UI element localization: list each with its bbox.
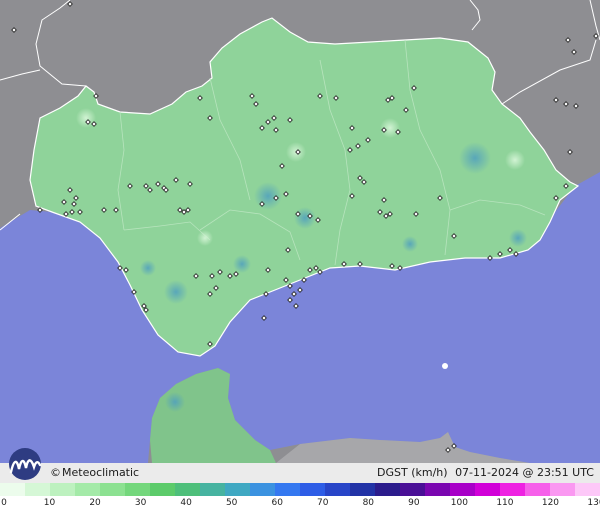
scale-label: 130: [587, 498, 600, 508]
wind-gust-map: [0, 0, 600, 483]
scale-label: 120: [541, 498, 560, 508]
scale-swatch: [25, 483, 50, 496]
scale-label: 80: [362, 498, 375, 508]
scale-swatch: [550, 483, 575, 496]
scale-label: 20: [89, 498, 101, 508]
scale-label: 70: [317, 498, 329, 508]
scale-label: 110: [496, 498, 514, 508]
scale-label: 60: [271, 498, 283, 508]
map-canvas: [0, 0, 600, 483]
scale-swatch: [250, 483, 275, 496]
variable-label: DGST (km/h): [377, 466, 448, 479]
scale-swatch: [200, 483, 225, 496]
scale-swatch: [275, 483, 300, 496]
scale-swatch: [75, 483, 100, 496]
color-scale-labels: 0 10 20 30 40 50 60 70 80 90 100 110 120 130: [0, 498, 600, 512]
scale-swatch: [575, 483, 600, 496]
meteoclimatic-logo-icon: [9, 448, 42, 480]
scale-swatch: [50, 483, 75, 496]
scale-swatch: [100, 483, 125, 496]
scale-label: 30: [134, 498, 147, 508]
alboran-island: [442, 363, 448, 369]
scale-label: 50: [225, 498, 238, 508]
scale-swatch: [525, 483, 550, 496]
scale-swatch: [475, 483, 500, 496]
scale-label: 100: [450, 498, 468, 508]
scale-swatch: [350, 483, 375, 496]
scale-label: 40: [180, 498, 192, 508]
scale-swatch: [375, 483, 400, 496]
scale-swatch: [225, 483, 250, 496]
scale-label: 0: [1, 498, 7, 508]
scale-swatch: [0, 483, 25, 496]
scale-swatch: [400, 483, 425, 496]
scale-swatch: [150, 483, 175, 496]
copyright-symbol: ©: [50, 466, 61, 479]
scale-swatch: [450, 483, 475, 496]
scale-swatch: [300, 483, 325, 496]
scale-label: 90: [408, 498, 420, 508]
scale-swatch: [125, 483, 150, 496]
color-scale: 0 10 20 30 40 50 60 70 80 90 100 110 120 130: [0, 483, 600, 517]
scale-swatch: [500, 483, 525, 496]
scale-swatch: [175, 483, 200, 496]
scale-swatch: [425, 483, 450, 496]
brand-name: Meteoclimatic: [62, 466, 140, 479]
scale-swatch: [325, 483, 350, 496]
timestamp-label: 07-11-2024 @ 23:51 UTC: [455, 466, 594, 479]
brand-label: ©Meteoclimatic: [50, 466, 139, 479]
scale-label: 10: [43, 498, 56, 508]
map-caption: DGST (km/h) 07-11-2024 @ 23:51 UTC: [373, 466, 594, 479]
color-scale-bar: [0, 483, 600, 496]
